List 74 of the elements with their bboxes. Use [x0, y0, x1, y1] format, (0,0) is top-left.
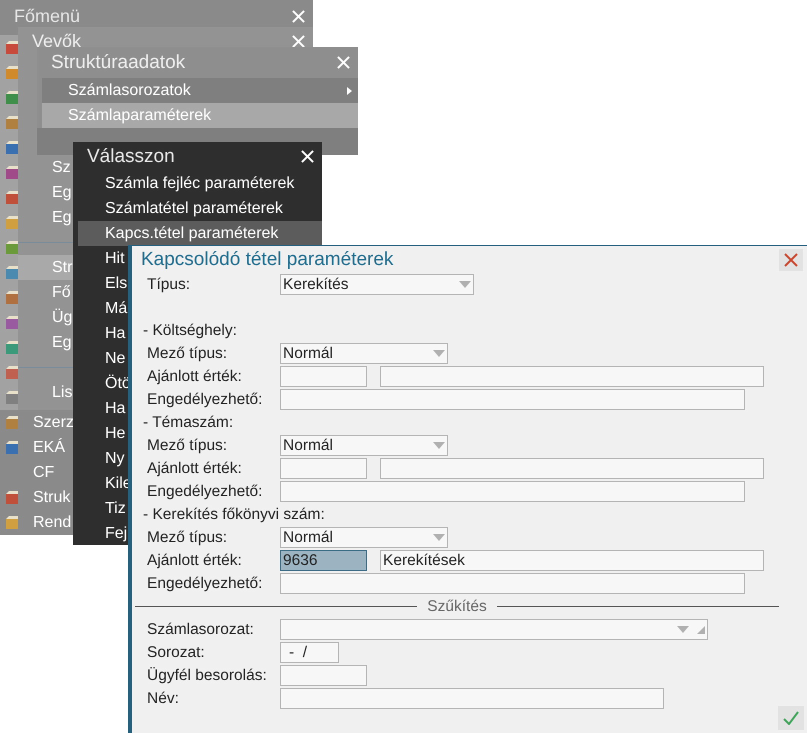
input-field[interactable]: [280, 366, 367, 387]
box-icon: [5, 66, 19, 80]
close-icon: [784, 252, 798, 266]
window-title: Vevők: [31, 30, 82, 52]
caret-icon: [433, 442, 445, 449]
window-title: Válasszon: [86, 146, 175, 168]
box-icon: [5, 40, 19, 54]
box-icon: [5, 216, 19, 230]
dropdown[interactable]: Normál: [280, 343, 448, 364]
field-label: Mező típus:: [146, 436, 228, 454]
menu-item[interactable]: Számlasorozatok: [42, 78, 358, 103]
dropdown[interactable]: Kerekítés: [280, 274, 474, 295]
caret-icon: [433, 350, 445, 357]
box-icon: [5, 290, 19, 304]
box-icon: [5, 166, 19, 180]
input-field[interactable]: - /: [280, 642, 339, 663]
dropdown[interactable]: Normál: [280, 527, 448, 548]
input-field[interactable]: [280, 389, 745, 410]
input-field[interactable]: [280, 458, 367, 479]
field-label: Ügyfél besorolás:: [146, 666, 268, 684]
dropdown[interactable]: [280, 619, 708, 640]
input-field[interactable]: [280, 665, 367, 686]
section-heading: - Költséghely:: [143, 322, 238, 340]
box-icon: [5, 390, 19, 404]
field-label: Ajánlott érték:: [146, 368, 243, 386]
box-icon: [5, 266, 19, 280]
input-field[interactable]: [380, 366, 764, 387]
box-icon: [5, 240, 19, 254]
box-icon: [5, 190, 19, 204]
caret-icon: [677, 626, 689, 633]
field-label: Számlasorozat:: [146, 620, 255, 638]
menu-item[interactable]: Számlatétel paraméterek: [78, 196, 322, 221]
field-label: Ajánlott érték:: [146, 460, 243, 478]
section-heading: Szűkítés: [427, 598, 487, 616]
field-label: Mező típus:: [146, 344, 228, 362]
menu-item[interactable]: Kapcs.tétel paraméterek: [78, 221, 322, 246]
box-icon: [5, 516, 19, 530]
section-heading: - Kerekítés főkönyvi szám:: [143, 506, 326, 524]
close-icon[interactable]: [301, 150, 314, 163]
box-icon: [5, 140, 19, 154]
input-field[interactable]: [280, 688, 664, 709]
window-title: Főmenü: [13, 6, 80, 27]
input-field[interactable]: Kerekítések: [380, 550, 764, 571]
box-icon: [5, 90, 19, 104]
box-icon: [5, 440, 19, 454]
caret-icon: [459, 281, 471, 288]
dropdown[interactable]: Normál: [280, 435, 448, 456]
box-icon: [5, 340, 19, 354]
check-icon: [783, 711, 799, 725]
box-icon: [5, 416, 19, 430]
input-field[interactable]: 9636: [280, 550, 367, 571]
box-icon: [5, 316, 19, 330]
field-label: Ajánlott érték:: [146, 552, 243, 570]
input-field[interactable]: [380, 458, 764, 479]
field-label: Típus:: [146, 276, 192, 294]
field-label: Mező típus:: [146, 528, 228, 546]
field-label: Név:: [146, 690, 180, 708]
resize-grip-icon: [697, 626, 705, 634]
box-icon: [5, 366, 19, 380]
menu-item[interactable]: Számla fejléc paraméterek: [78, 171, 322, 196]
field-label: Engedélyezhető:: [146, 390, 264, 408]
field-label: Sorozat:: [146, 644, 206, 662]
field-label: Engedélyezhető:: [146, 482, 264, 500]
input-field[interactable]: [280, 573, 745, 594]
close-button[interactable]: [779, 248, 803, 270]
field-label: Engedélyezhető:: [146, 574, 264, 592]
caret-icon: [433, 534, 445, 541]
dialog-title: Kapcsolódó tétel paraméterek: [141, 248, 394, 270]
window-title: Struktúraadatok: [50, 52, 186, 74]
section-heading: - Témaszám:: [143, 414, 234, 432]
input-field[interactable]: [280, 481, 745, 502]
box-icon: [5, 116, 19, 130]
box-icon: [5, 490, 19, 504]
confirm-button[interactable]: [778, 706, 804, 730]
